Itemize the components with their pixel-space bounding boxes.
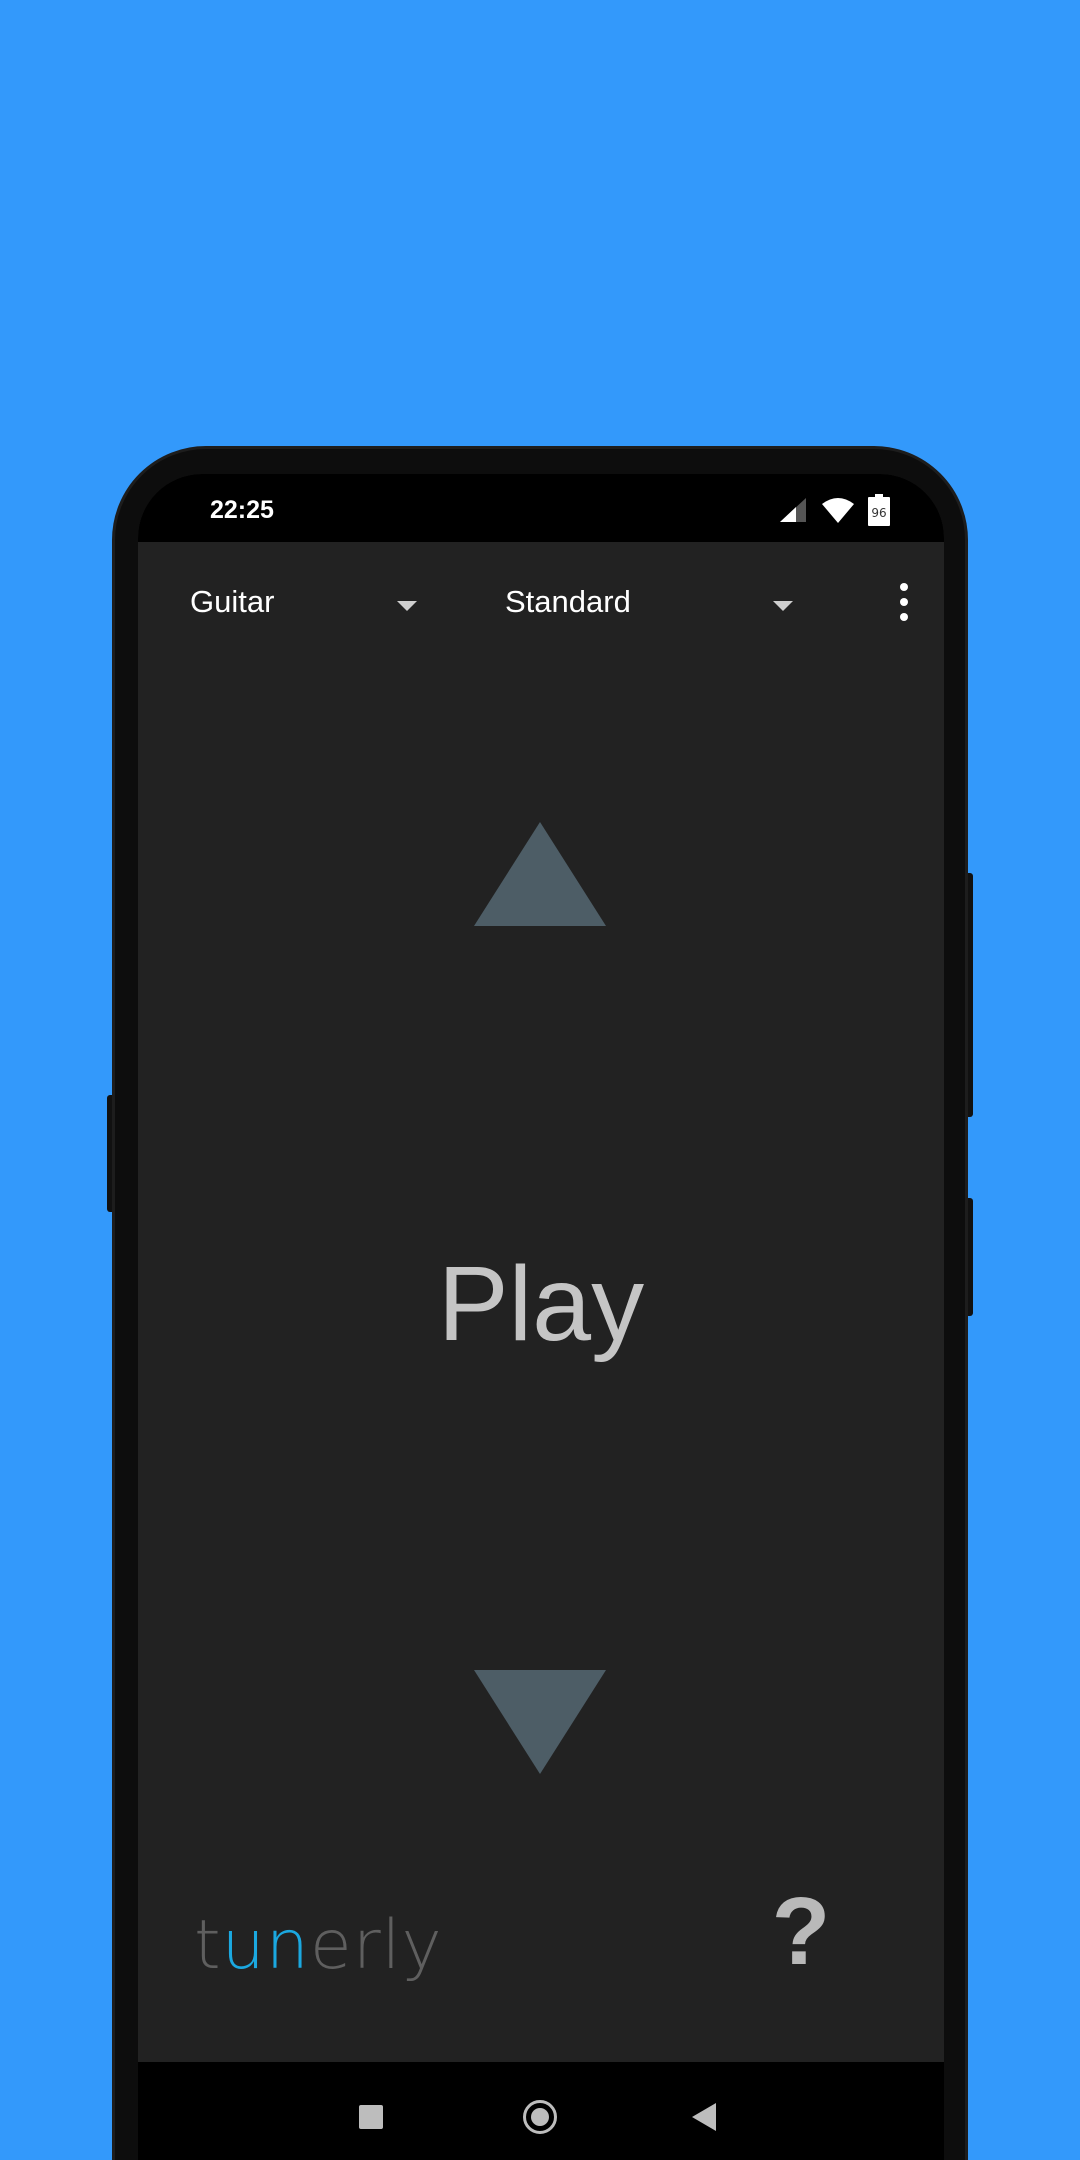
- instrument-dropdown[interactable]: Guitar: [190, 542, 430, 662]
- arrow-up-icon: [474, 822, 606, 926]
- recent-apps-icon[interactable]: [359, 2105, 383, 2129]
- phone-screen: 22:25 4 96 Guitar Standard Play tunerly …: [138, 474, 944, 2160]
- toolbar: Guitar Standard: [138, 542, 944, 662]
- status-time: 22:25: [210, 496, 274, 524]
- arrow-down-icon: [474, 1670, 606, 1774]
- more-vert-icon[interactable]: [884, 572, 924, 632]
- logo-part-un: un: [221, 1906, 310, 1985]
- menu-dot: [900, 583, 908, 591]
- logo-part-t: t: [194, 1906, 222, 1985]
- tuning-label: Standard: [505, 584, 631, 619]
- menu-dot: [900, 613, 908, 621]
- battery-level: 96: [871, 506, 886, 520]
- dropdown-arrow-icon: [397, 598, 417, 616]
- app-stage: 22:25 4 96 Guitar Standard Play tunerly …: [0, 0, 1080, 2160]
- tuning-dropdown[interactable]: Standard: [505, 542, 805, 662]
- battery-icon: 96: [868, 494, 890, 526]
- status-bar: 22:25 4 96: [138, 474, 944, 542]
- menu-dot: [900, 598, 908, 606]
- dropdown-arrow-icon: [773, 598, 793, 616]
- logo-part-erly: erly: [309, 1906, 443, 1985]
- home-icon[interactable]: [523, 2100, 557, 2134]
- instrument-label: Guitar: [190, 584, 275, 619]
- cellular-signal-icon: [778, 496, 808, 524]
- home-icon-inner: [531, 2108, 549, 2126]
- status-icons: 4 96: [778, 494, 890, 526]
- navigation-bar: [138, 2062, 944, 2160]
- tunerly-logo: tunerly: [194, 1906, 443, 1985]
- wifi-icon: 4: [820, 496, 856, 524]
- back-icon[interactable]: [692, 2103, 716, 2131]
- tuner-prompt: Play: [437, 1245, 645, 1363]
- svg-text:4: 4: [842, 516, 848, 524]
- help-button[interactable]: ?: [766, 1882, 836, 1982]
